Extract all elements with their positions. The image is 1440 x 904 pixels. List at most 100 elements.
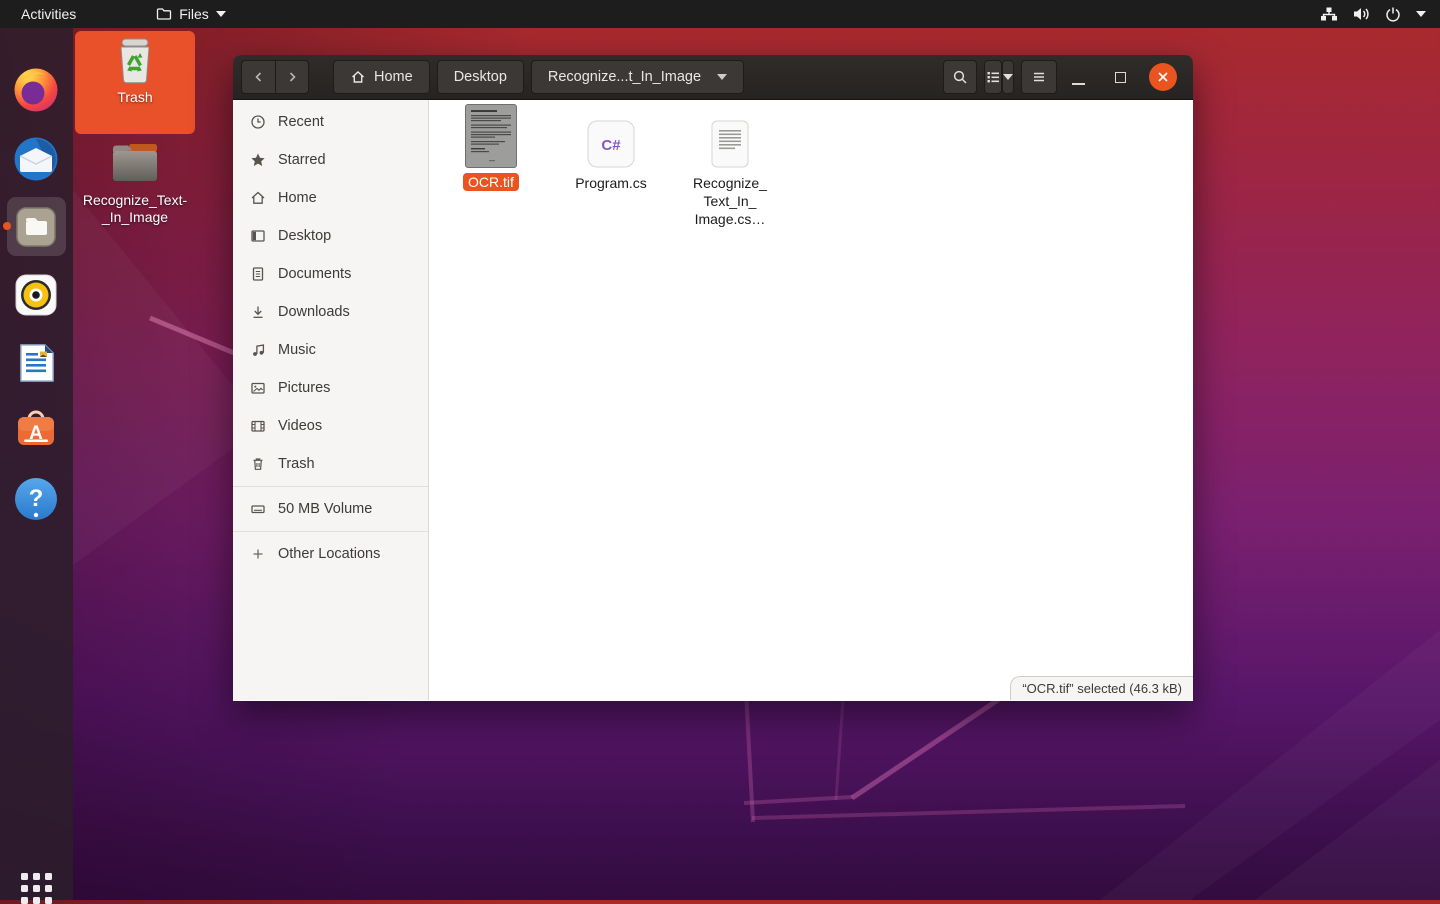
svg-text:?: ? (29, 485, 44, 512)
home-icon (249, 190, 266, 206)
status-bar: “OCR.tif” selected (46.3 kB) (1010, 676, 1193, 700)
view-options-button[interactable] (1002, 60, 1014, 94)
chevron-left-icon (251, 69, 267, 85)
app-menu-files[interactable]: Files (152, 6, 230, 22)
minimize-icon (1072, 83, 1085, 85)
csharp-file-icon: C# (587, 104, 635, 168)
sidebar-item-pictures[interactable]: Pictures (233, 369, 428, 407)
sidebar-item-starred[interactable]: Starred (233, 141, 428, 179)
thunderbird-icon[interactable] (12, 135, 60, 183)
chevron-right-icon (284, 69, 300, 85)
download-icon (249, 304, 266, 320)
activities-button[interactable]: Activities (17, 6, 80, 22)
chevron-down-icon (216, 11, 226, 17)
search-button[interactable] (943, 60, 977, 94)
sidebar-label: Home (278, 190, 317, 206)
sidebar-label: Documents (278, 266, 351, 282)
chevron-down-icon (1003, 74, 1013, 80)
sidebar-item-recent[interactable]: Recent (233, 103, 428, 141)
trash-label: Trash (117, 89, 152, 106)
network-icon[interactable] (1320, 6, 1338, 22)
sidebar-label: Pictures (278, 380, 330, 396)
libreoffice-writer-icon[interactable] (12, 339, 60, 387)
menu-button[interactable] (1021, 60, 1057, 94)
music-icon (249, 342, 266, 358)
show-applications-icon[interactable] (21, 873, 52, 904)
file-ocr-tif[interactable]: OCR.tif (431, 104, 551, 191)
file-program-cs[interactable]: C# Program.cs (551, 104, 671, 192)
maximize-icon (1115, 72, 1126, 83)
sidebar-item-desktop[interactable]: Desktop (233, 217, 428, 255)
files-icon[interactable] (12, 203, 60, 251)
file-name-line: Text_In_ (704, 192, 757, 210)
folder-icon (111, 138, 159, 188)
svg-text:C#: C# (601, 137, 621, 154)
desktop-trash[interactable]: Trash (75, 31, 195, 134)
power-icon[interactable] (1385, 6, 1401, 22)
top-bar: Activities Files (0, 0, 1440, 28)
text-file-icon (711, 104, 749, 168)
maximize-button[interactable] (1099, 72, 1141, 83)
drive-icon (249, 501, 266, 517)
volume-icon[interactable] (1353, 6, 1370, 22)
header-bar: Home Desktop Recognize...t_In_Image (233, 55, 1193, 100)
path-desktop-button[interactable]: Desktop (437, 60, 524, 94)
folder-label-line: Recognize_Text- (83, 192, 187, 209)
forward-button[interactable] (275, 60, 309, 94)
sidebar-label: 50 MB Volume (278, 501, 372, 517)
file-recognize-cs[interactable]: Recognize_ Text_In_ Image.cs… (670, 104, 790, 228)
sidebar-item-trash[interactable]: Trash (233, 445, 428, 483)
file-name-line: Recognize_ (693, 174, 767, 192)
path-current-label: Recognize...t_In_Image (548, 69, 701, 85)
recent-icon (249, 114, 266, 130)
sidebar-label: Desktop (278, 228, 331, 244)
path-desktop-label: Desktop (454, 69, 507, 85)
dock-running-indicator (3, 222, 11, 230)
sidebar-item-other-locations[interactable]: Other Locations (233, 535, 428, 573)
back-button[interactable] (241, 60, 275, 94)
rhythmbox-icon[interactable] (12, 271, 60, 319)
path-current-button[interactable]: Recognize...t_In_Image (531, 60, 744, 94)
files-window: Home Desktop Recognize...t_In_Image (233, 55, 1193, 701)
minimize-button[interactable] (1057, 69, 1099, 85)
help-icon[interactable]: ? (12, 475, 60, 523)
document-icon (249, 266, 266, 282)
dock: A ? (0, 28, 73, 900)
sidebar-item-downloads[interactable]: Downloads (233, 293, 428, 331)
chevron-down-icon[interactable] (1416, 11, 1426, 17)
sidebar-item-home[interactable]: Home (233, 179, 428, 217)
folder-label-line: _In_Image (102, 209, 168, 226)
sidebar-item-music[interactable]: Music (233, 331, 428, 369)
path-bar: Home Desktop Recognize...t_In_Image (333, 60, 744, 94)
sidebar-item-documents[interactable]: Documents (233, 255, 428, 293)
sidebar-label: Starred (278, 152, 326, 168)
trash-icon (249, 456, 266, 472)
path-home-label: Home (374, 69, 413, 85)
home-icon (350, 69, 366, 85)
sidebar-label: Videos (278, 418, 322, 434)
ubuntu-software-icon[interactable]: A (12, 406, 60, 454)
path-home-button[interactable]: Home (333, 60, 430, 94)
sidebar-label: Recent (278, 114, 324, 130)
close-button[interactable] (1141, 63, 1185, 91)
view-list-button[interactable] (984, 60, 1002, 94)
file-name-line: Image.cs… (695, 210, 766, 228)
hamburger-icon (1031, 69, 1047, 85)
sidebar-label: Music (278, 342, 316, 358)
file-view[interactable]: OCR.tif C# Program.cs (429, 100, 1193, 700)
file-name: Program.cs (575, 174, 647, 192)
folder-icon (156, 6, 172, 22)
app-menu-label: Files (179, 6, 209, 22)
desktop-folder-recognize[interactable]: Recognize_Text- _In_Image (75, 138, 195, 234)
tif-thumbnail-icon (465, 104, 517, 168)
plus-icon (249, 546, 266, 562)
desktop-icon (249, 228, 266, 244)
sidebar-separator (233, 486, 428, 487)
sidebar-item-volume[interactable]: 50 MB Volume (233, 490, 428, 528)
video-icon (249, 418, 266, 434)
firefox-icon[interactable] (12, 66, 60, 114)
sidebar: Recent Starred Home Desktop Documents Do… (233, 100, 429, 700)
star-icon (249, 152, 266, 168)
picture-icon (249, 380, 266, 396)
sidebar-item-videos[interactable]: Videos (233, 407, 428, 445)
